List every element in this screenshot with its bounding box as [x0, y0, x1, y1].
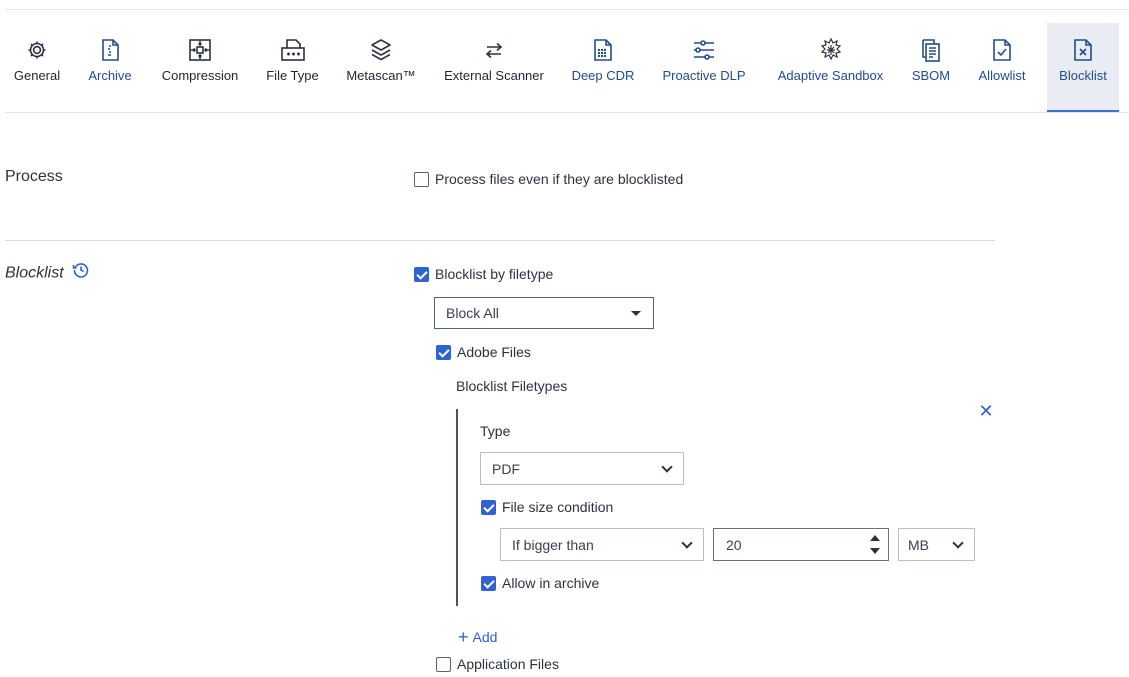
blocklist-by-filetype-checkbox[interactable] [414, 266, 429, 282]
size-value-text: 20 [726, 536, 742, 553]
allow-in-archive-label: Allow in archive [502, 575, 600, 591]
add-filetype-button[interactable]: + Add [458, 627, 498, 647]
tab-adaptive-sandbox[interactable]: Adaptive Sandbox [767, 23, 894, 112]
chevron-down-icon [681, 536, 693, 549]
tab-archive[interactable]: Archive [80, 23, 140, 112]
application-files-checkbox[interactable] [436, 656, 451, 672]
tab-deep-cdr[interactable]: Deep CDR [565, 23, 641, 112]
tab-general[interactable]: General [6, 23, 68, 112]
chevron-down-icon [661, 460, 673, 473]
file-size-condition-option[interactable]: File size condition [481, 499, 613, 515]
tab-metascan[interactable]: Metascan™ [338, 23, 424, 112]
blocklist-by-filetype-option[interactable]: Blocklist by filetype [414, 266, 553, 282]
size-value-input[interactable]: 20 [713, 528, 889, 561]
file-size-condition-checkbox[interactable] [481, 499, 496, 515]
section-divider [5, 240, 995, 241]
blocklist-title-text: Blocklist [5, 264, 64, 282]
history-icon[interactable] [72, 261, 90, 284]
add-label: Add [472, 629, 498, 645]
deep-cdr-icon [590, 36, 616, 64]
tab-blocklist[interactable]: Blocklist [1047, 23, 1119, 113]
block-mode-select[interactable]: Block All [434, 297, 654, 329]
stepper-down-icon[interactable] [870, 548, 880, 554]
size-unit-value: MB [908, 536, 929, 553]
filetype-select[interactable]: PDF [480, 452, 684, 485]
stepper-up-icon[interactable] [870, 535, 880, 541]
settings-tab-bar: General Archive Compression File Type Me… [0, 23, 1129, 113]
close-icon[interactable]: ✕ [978, 402, 994, 420]
filetype-entry-bar [456, 409, 458, 606]
blocklist-icon [1070, 36, 1096, 64]
adobe-files-checkbox[interactable] [436, 344, 451, 360]
tab-allowlist[interactable]: Allowlist [968, 23, 1036, 112]
process-blocklisted-label: Process files even if they are blocklist… [435, 171, 684, 187]
compression-icon [187, 36, 213, 64]
swap-arrows-icon [481, 36, 507, 64]
dlp-icon [691, 36, 717, 64]
archive-file-icon [97, 36, 123, 64]
top-border [5, 9, 1129, 10]
tab-sbom[interactable]: SBOM [906, 23, 956, 112]
allow-in-archive-option[interactable]: Allow in archive [481, 575, 599, 591]
allow-in-archive-checkbox[interactable] [481, 575, 496, 591]
application-files-option[interactable]: Application Files [436, 656, 559, 672]
dropdown-caret-icon [631, 311, 641, 316]
size-stepper[interactable] [870, 532, 880, 557]
gear-icon [24, 36, 50, 64]
process-blocklisted-checkbox[interactable] [414, 171, 429, 187]
tab-file-type[interactable]: File Type [259, 23, 326, 112]
application-files-label: Application Files [457, 656, 559, 672]
blocklist-by-filetype-label: Blocklist by filetype [435, 266, 554, 282]
layers-icon [368, 36, 394, 64]
file-size-condition-label: File size condition [502, 499, 614, 515]
sandbox-icon [818, 36, 844, 64]
size-condition-value: If bigger than [512, 536, 594, 553]
process-section-title: Process [5, 168, 63, 185]
filetype-value: PDF [492, 460, 520, 477]
block-mode-value: Block All [446, 305, 499, 321]
adobe-files-option[interactable]: Adobe Files [436, 344, 531, 360]
file-type-icon [280, 36, 306, 64]
size-condition-select[interactable]: If bigger than [500, 528, 704, 561]
tab-external-scanner[interactable]: External Scanner [436, 23, 552, 112]
process-blocklisted-option[interactable]: Process files even if they are blocklist… [414, 171, 683, 187]
blocklist-section-title: Blocklist [5, 263, 90, 284]
blocklist-filetypes-heading: Blocklist Filetypes [456, 378, 568, 394]
chevron-down-icon [952, 536, 964, 549]
tab-bar-divider [5, 112, 1129, 113]
adobe-files-label: Adobe Files [457, 344, 531, 360]
sbom-icon [918, 36, 944, 64]
tab-proactive-dlp[interactable]: Proactive DLP [653, 23, 755, 112]
plus-icon: + [458, 627, 469, 647]
type-label: Type [480, 423, 511, 439]
allowlist-icon [989, 36, 1015, 64]
tab-compression[interactable]: Compression [152, 23, 248, 112]
size-unit-select[interactable]: MB [898, 528, 975, 561]
